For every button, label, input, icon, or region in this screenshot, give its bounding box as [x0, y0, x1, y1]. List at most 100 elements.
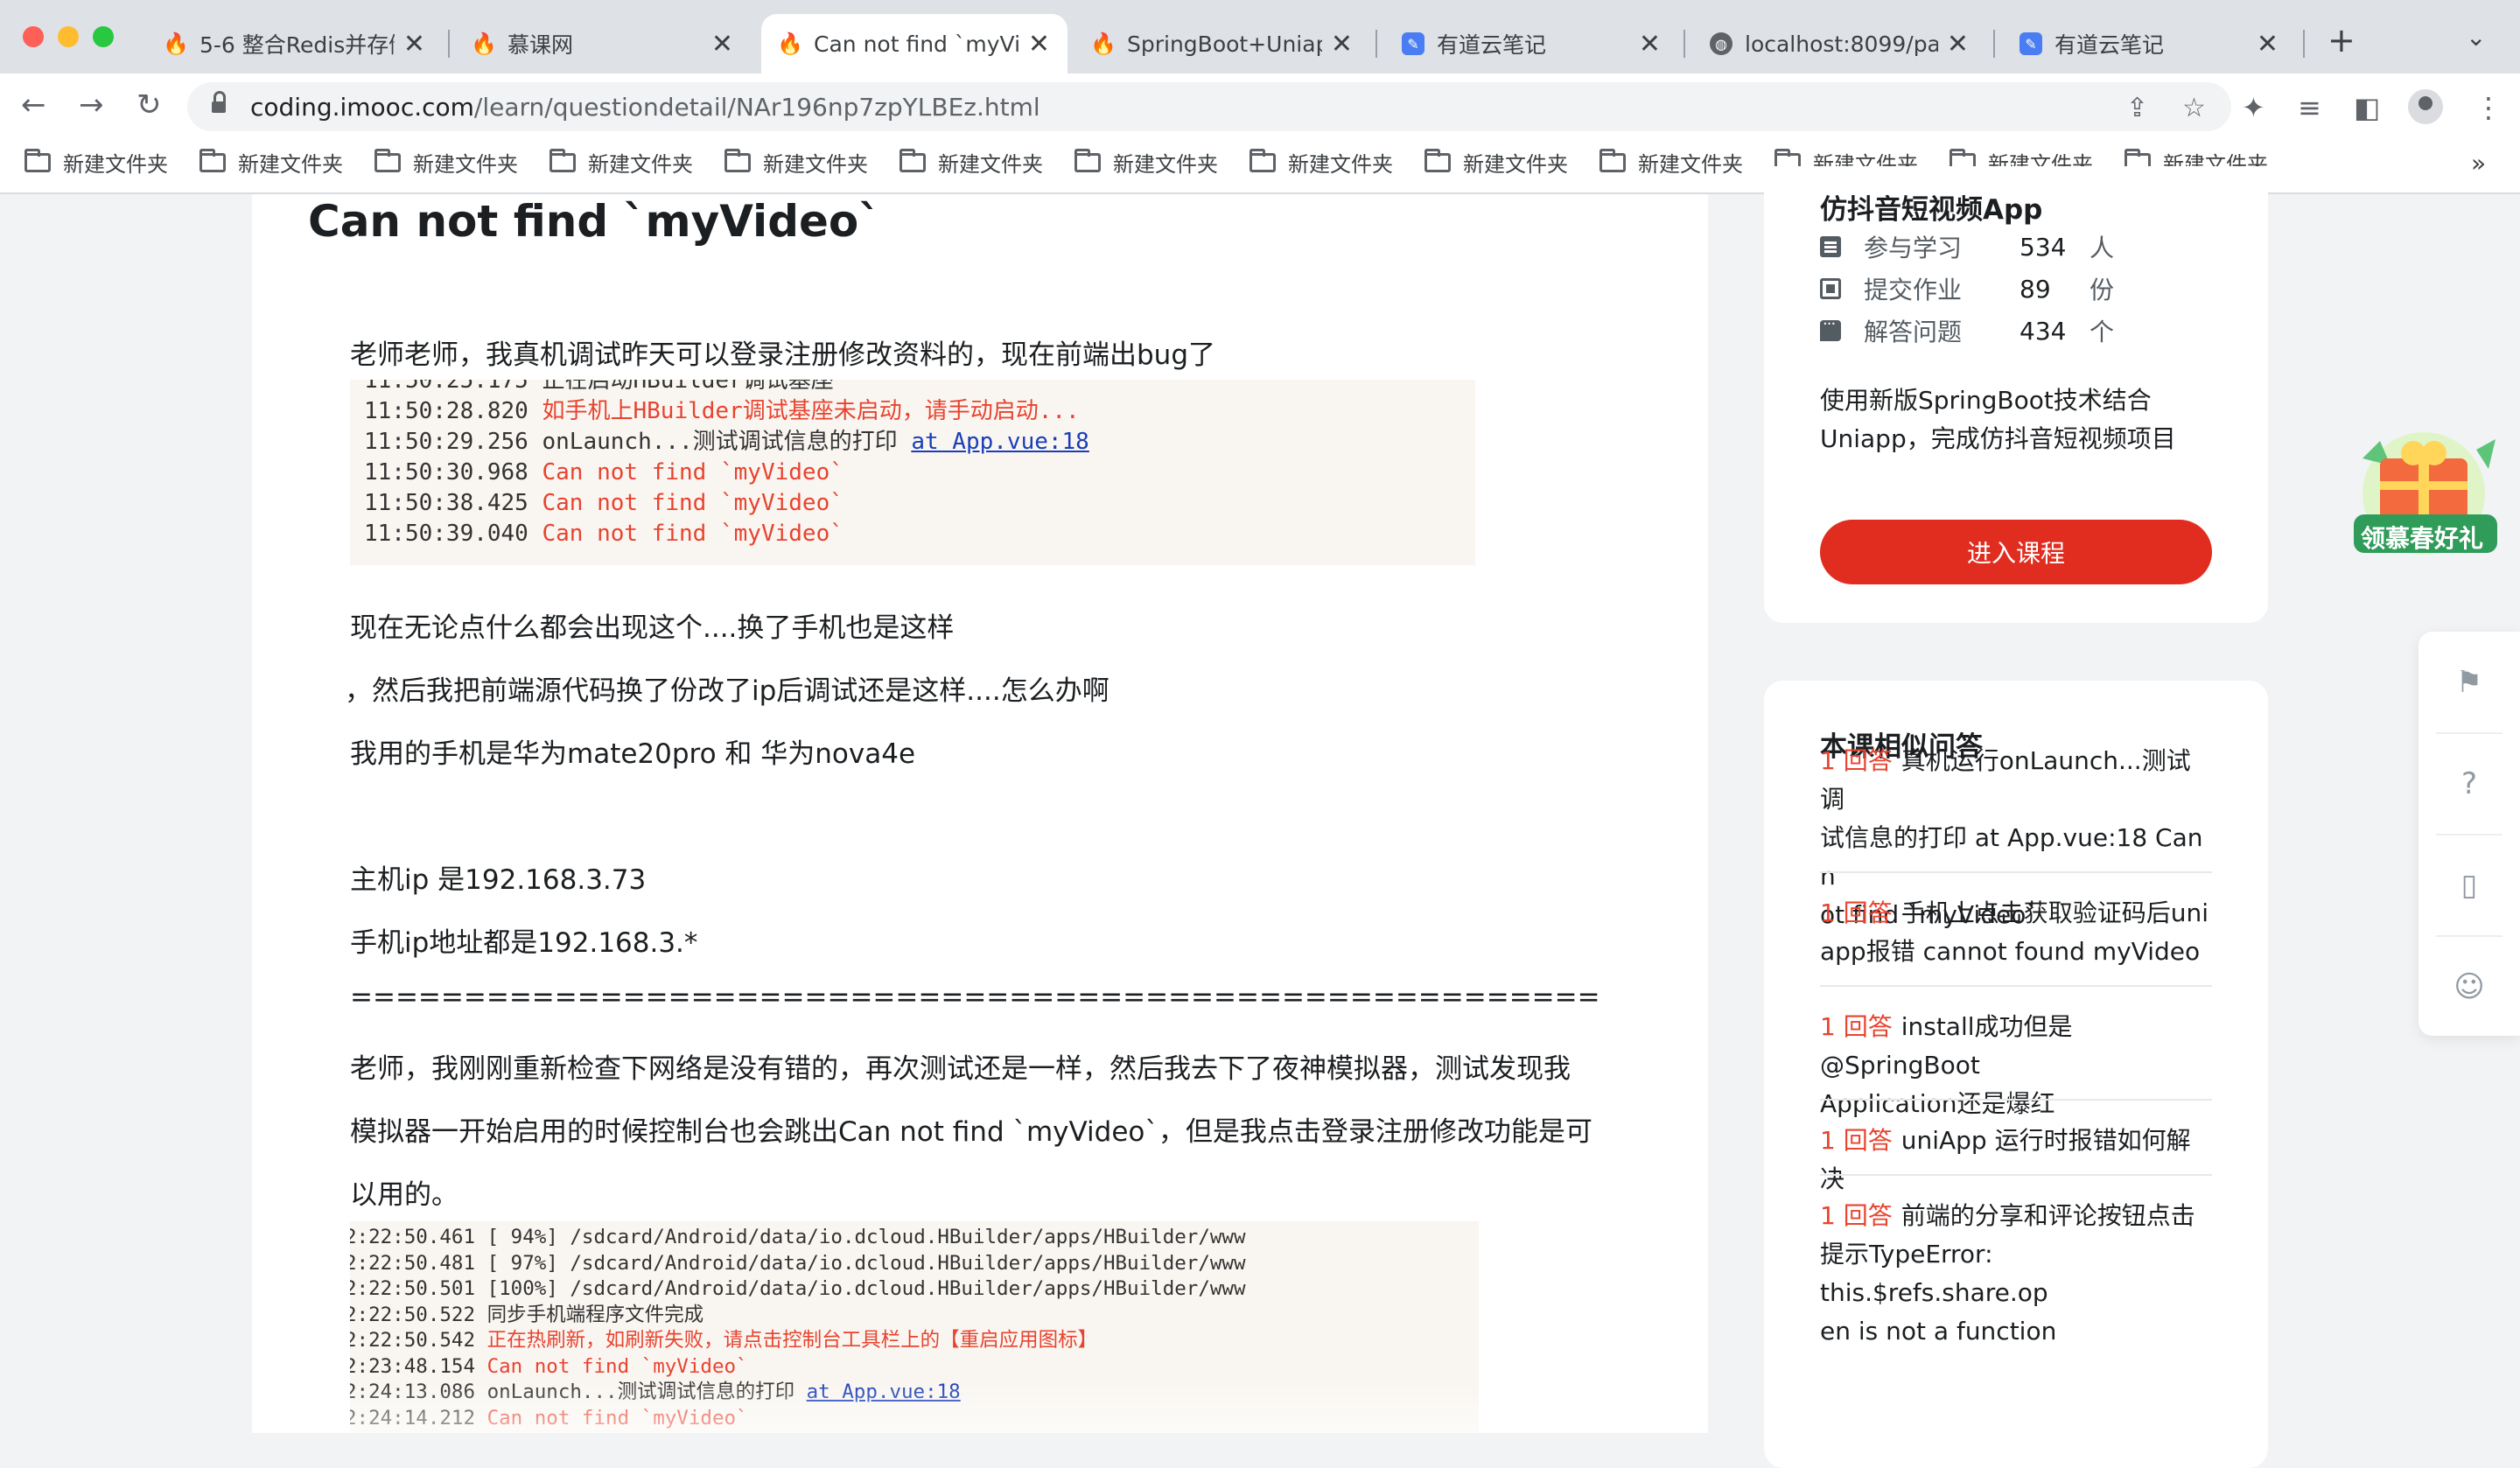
similar-question-item[interactable]: 1 回答 uniApp 运行时报错如何解决: [1820, 1122, 2212, 1199]
bookmark-folder[interactable]: 新建文件夹: [550, 147, 693, 178]
tab-close-icon[interactable]: ✕: [1028, 29, 1050, 59]
share-icon[interactable]: ⇪: [2126, 93, 2148, 123]
forward-arrow-icon[interactable]: →: [79, 87, 104, 122]
question-paragraph: 我用的手机是华为mate20pro 和 华为nova4e: [350, 738, 916, 770]
log-message: Can not find `myVideo`: [542, 459, 844, 486]
similar-question-item[interactable]: 1 回答 手机上点击获取验证码后uni app报错 cannot found myV…: [1820, 894, 2212, 971]
enter-course-button[interactable]: 进入课程: [1820, 520, 2212, 584]
smile-icon: ☺: [2454, 968, 2485, 1004]
log-message: [ 94%] /sdcard/Android/data/io.dcloud.HB…: [486, 1226, 1246, 1248]
course-stat: 提交作业 89 份: [1820, 271, 2114, 306]
console-log-screenshot: 11:50:25.175 正在启动HBuilder调试基座 11:50:28.82…: [350, 380, 1475, 565]
folder-icon: [550, 148, 576, 172]
divider: [1820, 985, 2212, 987]
log-source-link: at App.vue:18: [911, 429, 1089, 455]
side-panel-icon[interactable]: ◧: [2354, 91, 2380, 124]
folder-icon: [374, 148, 401, 172]
reload-icon[interactable]: ↻: [136, 87, 162, 122]
help-button[interactable]: ?: [2418, 733, 2520, 834]
bookmarks-overflow-button[interactable]: »: [2471, 149, 2486, 178]
bookmark-folder[interactable]: 新建文件夹: [1250, 147, 1393, 178]
similar-question-item[interactable]: 1 回答 前端的分享和评论按钮点击 提示TypeError: this.$refs.…: [1820, 1197, 2212, 1351]
customer-service-button[interactable]: ☺: [2418, 936, 2520, 1037]
spring-gift-promo[interactable]: 领慕春好礼: [2345, 423, 2506, 563]
zoom-window-button[interactable]: [93, 26, 114, 47]
browser-tab[interactable]: ✎ 有道云笔记 ✕: [2002, 14, 2296, 73]
extensions-puzzle-icon[interactable]: ✦: [2242, 91, 2265, 124]
question-paragraph: 模拟器一开始启用的时候控制台也会跳出Can not find `myVideo`…: [350, 1116, 1592, 1148]
tab-separator: [1376, 30, 1377, 58]
folder-icon: [200, 148, 226, 172]
console-log-screenshot: 2:22:50.461 [ 94%] /sdcard/Android/data/…: [350, 1221, 1479, 1433]
log-line: 11:50:39.040 Can not find `myVideo`: [364, 519, 1475, 549]
divider: [1820, 1099, 2212, 1101]
bookmark-folder[interactable]: 新建文件夹: [24, 147, 168, 178]
more-menu-icon[interactable]: ⋮: [2474, 91, 2502, 124]
tab-separator: [1684, 30, 1685, 58]
tab-separator: [2303, 30, 2305, 58]
question-paragraph: 老师，我刚刚重新检查下网络是没有错的，再次测试还是一样，然后我去下了夜神模拟器，…: [350, 1053, 1571, 1085]
browser-tab[interactable]: 🔥 SpringBoot+Uniapp ✕: [1074, 14, 1370, 73]
phone-icon: ▯: [2460, 867, 2478, 903]
log-timestamp: 2:24:13.086: [350, 1381, 476, 1403]
tab-close-icon[interactable]: ✕: [1947, 29, 1969, 59]
answer-count: 1 回答: [1820, 1201, 1893, 1230]
similar-question-text: Application还是爆红: [1820, 1089, 2055, 1118]
browser-tab[interactable]: 🔥 慕课网 ✕: [455, 14, 751, 73]
flame-icon: 🔥: [163, 31, 189, 56]
tab-close-icon[interactable]: ✕: [711, 29, 733, 59]
tab-close-icon[interactable]: ✕: [1639, 29, 1661, 59]
course-name[interactable]: 仿抖音短视频App: [1820, 187, 2042, 227]
bookmark-folder[interactable]: 新建文件夹: [1074, 147, 1218, 178]
url-text[interactable]: coding.imooc.com/learn/questiondetail/NA…: [250, 93, 1040, 122]
lock-icon[interactable]: [212, 91, 226, 115]
browser-toolbar: ← → ↻ coding.imooc.com/learn/questiondet…: [0, 73, 2520, 140]
star-bookmark-icon[interactable]: ☆: [2182, 93, 2206, 123]
answer-count: 1 回答: [1820, 1012, 1893, 1041]
bookmark-folder[interactable]: 新建文件夹: [374, 147, 518, 178]
course-card: 仿抖音短视频App 参与学习 534 人 提交作业 89 份 解答问题 434 …: [1764, 166, 2268, 623]
log-message: 同步手机端程序文件完成: [486, 1303, 704, 1326]
log-message: Can not find `myVideo`: [486, 1406, 748, 1430]
flame-icon: 🔥: [1090, 31, 1116, 56]
address-bar[interactable]: coding.imooc.com/learn/questiondetail/NA…: [187, 82, 2231, 131]
similar-question-text: 提示TypeError: this.$refs.share.op: [1820, 1240, 2048, 1307]
bookmark-folder[interactable]: 新建文件夹: [900, 147, 1043, 178]
folder-icon: [1424, 148, 1451, 172]
course-stat: 解答问题 434 个: [1820, 313, 2114, 348]
bookmark-folder[interactable]: 新建文件夹: [724, 147, 868, 178]
back-arrow-icon[interactable]: ←: [21, 87, 46, 122]
profile-avatar[interactable]: [2408, 89, 2443, 124]
similar-question-line: 提示TypeError: this.$refs.share.op: [1820, 1235, 2212, 1312]
new-tab-button[interactable]: +: [2328, 21, 2356, 59]
mobile-app-button[interactable]: ▯: [2418, 835, 2520, 935]
tab-close-icon[interactable]: ✕: [1331, 29, 1353, 59]
browser-tab[interactable]: ✎ 有道云笔记 ✕: [1384, 14, 1678, 73]
similar-question-line: 1 回答 手机上点击获取验证码后uni: [1820, 894, 2212, 933]
tab-close-icon[interactable]: ✕: [2257, 29, 2278, 59]
tab-search-chevron-icon[interactable]: ⌄: [2466, 23, 2486, 52]
feedback-button[interactable]: ⚑: [2418, 632, 2520, 732]
log-timestamp: 11:50:25.175: [364, 380, 528, 394]
similar-question-line: 试信息的打印 at App.vue:18 Can n: [1820, 819, 2212, 896]
question-detail: Can not find `myVideo` 老师老师，我真机调试昨天可以登录注…: [252, 194, 1708, 1433]
close-window-button[interactable]: [23, 26, 44, 47]
log-timestamp: 2:22:50.501: [350, 1277, 476, 1300]
log-message: 正在热刷新，如刷新失败，请点击控制台工具栏上的【重启应用图标】: [486, 1329, 1098, 1352]
similar-question-item[interactable]: 1 回答 install成功但是@SpringBoot Application还是爆…: [1820, 1008, 2212, 1123]
log-timestamp: 2:24:14.212: [350, 1406, 476, 1430]
browser-tab[interactable]: ◍ localhost:8099/pas ✕: [1692, 14, 1986, 73]
tab-close-icon[interactable]: ✕: [403, 29, 425, 59]
log-message: Can not find `myVideo`: [542, 521, 844, 547]
media-control-icon[interactable]: ≡: [2298, 91, 2321, 124]
course-stat: 参与学习 534 人: [1820, 229, 2114, 264]
browser-tab[interactable]: 🔥 5-6 整合Redis并存储 ✕: [147, 14, 443, 73]
similar-question-line: 1 回答 uniApp 运行时报错如何解决: [1820, 1122, 2212, 1199]
log-message: 如手机上HBuilder调试基座未启动，请手动启动...: [542, 398, 1080, 424]
bookmark-folder[interactable]: 新建文件夹: [200, 147, 343, 178]
bookmark-folder[interactable]: 新建文件夹: [1600, 147, 1743, 178]
minimize-window-button[interactable]: [58, 26, 79, 47]
question-paragraph: 以用的。: [350, 1179, 458, 1211]
browser-tab-active[interactable]: 🔥 Can not find `myVid ✕: [761, 14, 1068, 73]
bookmark-folder[interactable]: 新建文件夹: [1424, 147, 1568, 178]
